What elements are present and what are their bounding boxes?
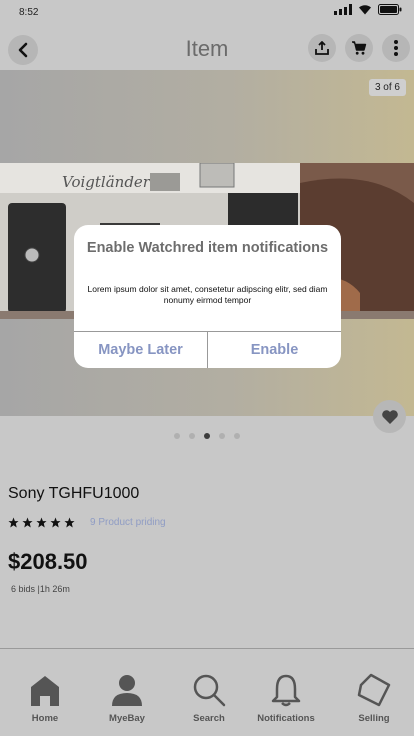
pagination-dot[interactable] <box>174 433 180 439</box>
pagination-dot[interactable] <box>204 433 210 439</box>
camera-brand: Voigtländer <box>62 173 151 191</box>
share-icon <box>315 41 329 55</box>
tab-notifications[interactable]: Notifications <box>244 673 328 724</box>
tab-selling-label: Selling <box>358 713 390 724</box>
heart-icon <box>381 409 398 424</box>
dialog-title: Enable Watchred item notifications <box>86 240 329 256</box>
pagination-dot[interactable] <box>189 433 195 439</box>
tab-myebay-label: MyeBay <box>109 713 145 724</box>
tab-bar: Home MyeBay Search Notifications Selling <box>0 648 414 736</box>
photo-counter: 3 of 6 <box>368 79 406 96</box>
tab-home-label: Home <box>31 713 59 724</box>
dialog-message: Lorem ipsum dolor sit amet, consetetur a… <box>87 284 328 305</box>
signal-icon <box>334 4 352 15</box>
header: Item <box>0 26 414 70</box>
rating-row: 9 Product priding <box>8 517 166 528</box>
watch-button[interactable] <box>373 400 406 433</box>
bids-info: 6 bids |1h 26m <box>11 584 70 594</box>
cart-button[interactable] <box>345 34 373 62</box>
tab-notifications-label: Notifications <box>257 713 315 724</box>
share-button[interactable] <box>308 34 336 62</box>
product-title: Sony TGHFU1000 <box>8 485 140 502</box>
dialog-actions: Maybe Later Enable <box>74 331 341 368</box>
tab-search-label: Search <box>193 713 225 724</box>
star-icon <box>36 517 47 528</box>
battery-icon <box>378 4 402 15</box>
search-icon <box>193 674 226 707</box>
star-icon <box>64 517 75 528</box>
reviews-link[interactable]: 9 Product priding <box>90 517 166 528</box>
status-bar: 8:52 <box>0 0 414 26</box>
star-rating <box>8 517 75 528</box>
wifi-icon <box>359 5 371 15</box>
tab-selling[interactable]: Selling <box>332 673 414 724</box>
status-time: 8:52 <box>19 7 39 18</box>
tab-search[interactable]: Search <box>167 673 251 724</box>
pagination-dot[interactable] <box>234 433 240 439</box>
status-icons <box>334 4 402 15</box>
enable-button[interactable]: Enable <box>207 332 341 368</box>
tag-icon <box>357 673 391 707</box>
home-icon <box>31 676 59 706</box>
cart-icon <box>352 41 367 55</box>
price: $208.50 <box>8 549 88 574</box>
more-vertical-icon <box>394 40 398 56</box>
pagination-dot[interactable] <box>219 433 225 439</box>
star-icon <box>8 517 19 528</box>
star-icon <box>50 517 61 528</box>
notification-dialog: Enable Watchred item notifications Lorem… <box>74 225 341 368</box>
bell-icon <box>271 674 301 707</box>
gallery-pagination <box>0 433 414 439</box>
user-icon <box>112 675 142 706</box>
more-options-button[interactable] <box>382 34 410 62</box>
tab-myebay[interactable]: MyeBay <box>85 673 169 724</box>
tab-home[interactable]: Home <box>3 673 87 724</box>
maybe-later-button[interactable]: Maybe Later <box>74 332 207 368</box>
star-icon <box>22 517 33 528</box>
